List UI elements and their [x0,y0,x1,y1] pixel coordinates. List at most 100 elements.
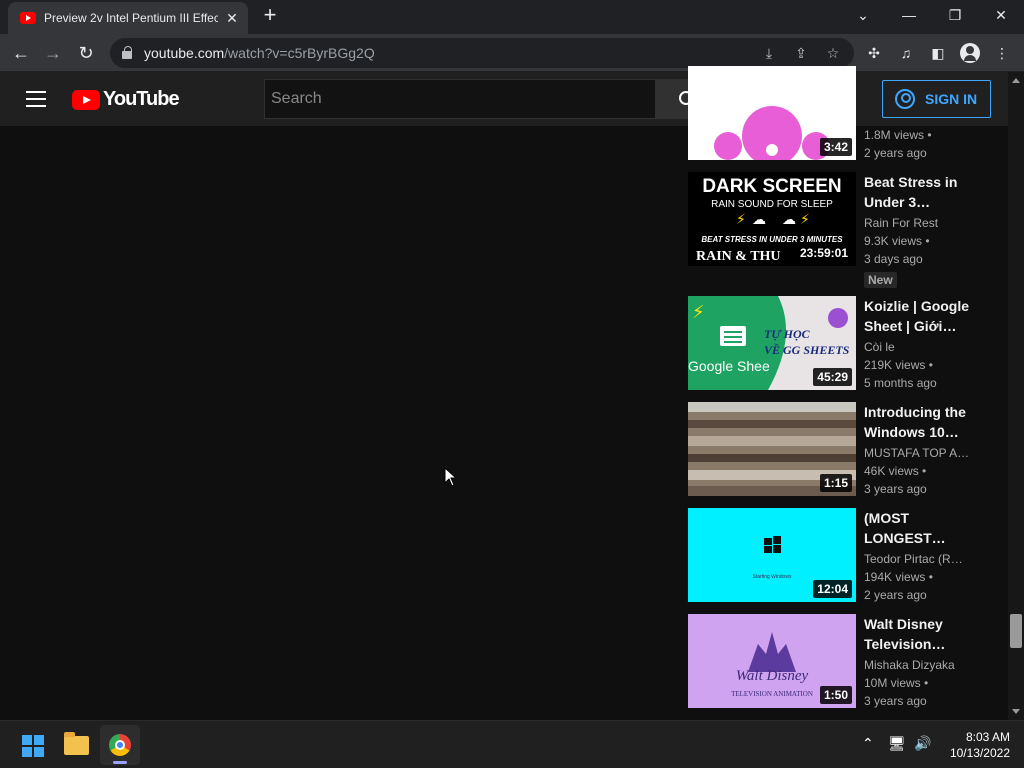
hamburger-menu-icon[interactable] [26,91,46,107]
video-title-line2[interactable]: Television… [864,634,974,654]
video-title-line2[interactable]: Windows 10… [864,422,974,442]
youtube-masthead: YouTube SIGN IN [0,72,1008,126]
related-video[interactable]: 1:15 Introducing the Windows 10… MUSTAFA… [688,402,998,502]
video-thumbnail[interactable]: ⚡ TỰ HỌC VỀ GG SHEETS Google Shee 45:29 [688,296,856,390]
new-tab-button[interactable]: + [258,4,282,28]
channel-name[interactable]: Còi le [864,338,974,356]
video-title-line2[interactable]: Under 3… [864,192,974,212]
view-count: 46K views • [864,464,927,478]
svg-text:☁: ☁ [782,211,796,227]
file-explorer-button[interactable] [56,725,96,765]
install-app-icon[interactable]: ⤓ [760,44,778,62]
network-icon[interactable]: 🖥 [888,735,906,752]
thumb-text: TỰ HỌC [764,327,811,341]
sign-in-label: SIGN IN [925,91,978,107]
system-clock[interactable]: 8:03 AM 10/13/2022 [940,729,1010,761]
volume-icon[interactable]: 🔊 [914,735,931,752]
svg-text:⚡: ⚡ [800,211,810,227]
chrome-taskbar-button[interactable] [100,725,140,765]
address-bar[interactable]: youtube.com/watch?v=c5rByrBGg2Q ⤓ ⇪ ☆ [110,38,854,68]
video-thumbnail[interactable]: DARK SCREEN RAIN SOUND FOR SLEEP ⚡ ☁ ☁ ⚡… [688,172,856,266]
tab-close-icon[interactable]: ✕ [224,10,240,27]
clock-date: 10/13/2022 [949,746,1010,760]
video-title[interactable]: Introducing the [864,402,974,422]
video-duration: 45:29 [813,368,852,386]
thumb-text: RAIN & THU [696,249,781,264]
reload-icon[interactable]: ↻ [73,40,99,66]
video-meta: Koizlie | Google Sheet | Giới… Còi le 21… [864,296,974,392]
view-count: 219K views • [864,358,933,372]
minimize-button[interactable]: — [886,0,932,30]
related-video[interactable]: Walt Disney TELEVISION ANIMATION 1:50 Wa… [688,614,998,714]
chrome-menu-icon[interactable]: ⋮ [992,43,1012,63]
video-title[interactable]: Koizlie | Google [864,296,974,316]
channel-name[interactable]: Rain For Rest [864,214,974,232]
video-title[interactable]: Walt Disney [864,614,974,634]
video-duration: 3:42 [819,138,852,156]
channel-name[interactable]: Mishaka Dizyaka [864,656,974,674]
thumb-text: BEAT STRESS IN UNDER 3 MINUTES [701,235,843,244]
thumb-text: Walt Disney [736,668,809,684]
media-control-icon[interactable]: ♫ [896,43,916,63]
youtube-favicon-icon [20,12,36,24]
tab-title: Preview 2v Intel Pentium III Effect [44,11,218,25]
video-duration: 12:04 [813,580,852,598]
search-input[interactable] [264,79,656,119]
share-icon[interactable]: ⇪ [792,44,810,62]
browser-toolbar: ← → ↻ youtube.com/watch?v=c5rByrBGg2Q ⤓ … [0,34,1024,72]
url-text[interactable]: youtube.com/watch?v=c5rByrBGg2Q [144,45,375,61]
start-button[interactable] [12,725,52,765]
browser-tab[interactable]: Preview 2v Intel Pentium III Effect ✕ [8,2,248,34]
youtube-logo[interactable]: YouTube [72,88,180,111]
page-scrollbar[interactable] [1008,72,1024,720]
search-box [264,79,718,119]
forward-arrow-icon[interactable]: → [40,40,66,66]
bookmark-star-icon[interactable]: ☆ [824,44,842,62]
side-panel-icon[interactable]: ◧ [928,43,948,63]
video-title-line2[interactable]: LONGEST… [864,528,974,548]
related-video[interactable]: Starting Windows 12:04 (MOST LONGEST… Te… [688,508,998,608]
sign-in-button[interactable]: SIGN IN [882,80,991,118]
video-thumbnail[interactable]: Starting Windows 12:04 [688,508,856,602]
lock-icon[interactable] [122,46,132,59]
video-player-area[interactable] [0,126,680,720]
back-arrow-icon[interactable]: ← [8,40,34,66]
chrome-icon [109,734,131,756]
related-video[interactable]: 3:42 1.8M views • 2 years ago [688,66,998,162]
video-title[interactable]: Beat Stress in [864,172,974,192]
related-video[interactable]: DARK SCREEN RAIN SOUND FOR SLEEP ⚡ ☁ ☁ ⚡… [688,172,998,290]
video-title-line2[interactable]: Sheet | Giới… [864,316,974,336]
video-meta: Introducing the Windows 10… MUSTAFA TOP … [864,402,974,498]
browser-titlebar: Preview 2v Intel Pentium III Effect ✕ + … [0,0,1024,34]
video-thumbnail[interactable]: Walt Disney TELEVISION ANIMATION 1:50 [688,614,856,708]
restore-button[interactable]: ❐ [932,0,978,30]
channel-name[interactable]: Teodor Pirtac (R… [864,550,974,568]
folder-icon [64,732,89,755]
clock-time: 8:03 AM [965,730,1010,744]
video-title[interactable]: (MOST [864,508,974,528]
video-meta: 1.8M views • 2 years ago [864,126,974,162]
video-thumbnail[interactable]: 1:15 [688,402,856,496]
show-hidden-icons-chevron-icon[interactable]: ⌃ [862,735,874,752]
video-duration: 1:50 [819,686,852,704]
profile-avatar-icon[interactable] [960,43,980,63]
upload-age: 3 years ago [864,482,927,496]
scroll-down-arrow-icon[interactable] [1012,709,1020,714]
thumb-text: TELEVISION ANIMATION [731,690,813,698]
video-duration: 23:59:01 [795,244,852,262]
windows-taskbar: ⌃ 🖥 🔊 8:03 AM 10/13/2022 [0,720,1024,768]
tab-search-button[interactable]: ⌄ [840,0,886,30]
close-window-button[interactable]: ✕ [978,0,1024,30]
svg-text:⚡: ⚡ [692,302,705,322]
thumb-text: RAIN SOUND FOR SLEEP [711,199,833,210]
svg-text:⚡: ⚡ [736,211,746,227]
related-video[interactable]: ⚡ TỰ HỌC VỀ GG SHEETS Google Shee 45:29 … [688,296,998,396]
extensions-puzzle-icon[interactable]: ✣ [864,43,884,63]
account-circle-icon [895,89,915,109]
view-count: 194K views • [864,570,933,584]
new-badge: New [864,272,897,288]
channel-name[interactable]: MUSTAFA TOP A… [864,444,974,462]
scrollbar-thumb[interactable] [1010,614,1022,648]
scroll-up-arrow-icon[interactable] [1012,78,1020,83]
video-thumbnail[interactable]: 3:42 [688,66,856,160]
